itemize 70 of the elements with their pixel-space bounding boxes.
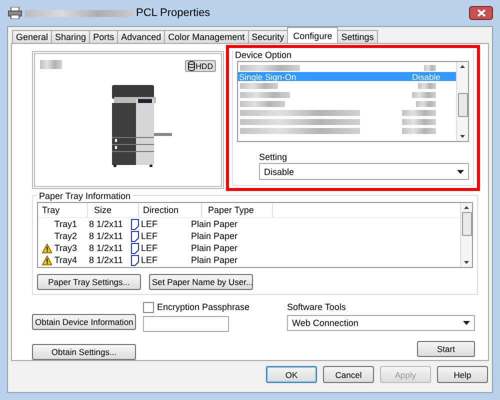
blurred-text <box>402 128 436 134</box>
checkbox-label: Encryption Passphrase <box>157 302 250 312</box>
column-header[interactable]: Direction <box>139 203 202 217</box>
checkbox[interactable] <box>143 302 154 313</box>
table-cell: LEF <box>141 255 158 265</box>
setting-dropdown[interactable]: Disable <box>259 163 469 180</box>
field-label: Software Tools <box>287 302 347 312</box>
scroll-up-icon[interactable] <box>460 65 465 68</box>
caret-icon <box>463 320 470 325</box>
disk-icon <box>188 61 195 71</box>
blurred-text <box>240 100 285 106</box>
field-label: Setting <box>259 152 288 162</box>
caret-icon <box>457 170 464 174</box>
hdd-badge: HDD <box>184 60 216 72</box>
table-cell: Tray1 <box>54 219 77 229</box>
dialog-button[interactable]: OK <box>266 366 317 383</box>
table-cell-text: Plain Paper <box>190 219 239 229</box>
obtain-settings-button[interactable]: Obtain Settings... <box>32 344 136 360</box>
dialog-button[interactable]: Set Paper Name by User... <box>149 274 253 290</box>
scrollbar[interactable] <box>460 203 472 267</box>
blurred-text <box>418 82 436 88</box>
tab[interactable]: General <box>12 30 52 43</box>
dialog-button[interactable]: Cancel <box>323 366 374 383</box>
scroll-down-icon[interactable] <box>464 261 469 264</box>
scrollbar[interactable] <box>456 62 468 141</box>
table-cell-text: 8 1/2x11 <box>88 243 124 253</box>
column-header[interactable]: Paper Type <box>202 203 273 217</box>
table-cell: LEF <box>141 243 158 253</box>
software-tools-dropdown[interactable]: Web Connection <box>287 314 475 331</box>
column-header[interactable]: Tray <box>38 203 88 217</box>
tab[interactable]: Configure <box>287 27 338 43</box>
blurred-text <box>412 92 436 98</box>
scroll-down-icon[interactable] <box>460 135 465 138</box>
blurred-text <box>402 118 436 124</box>
blurred-label <box>40 60 62 69</box>
table-cell: LEF <box>141 219 158 229</box>
blurred-text <box>240 64 300 70</box>
tab[interactable]: Advanced <box>117 30 166 43</box>
blurred-text <box>402 110 436 116</box>
table-cell-text: 8 1/2x11 <box>88 255 124 265</box>
table-cell: Tray2 <box>54 231 77 241</box>
table-cell-text: 8 1/2x11 <box>88 219 124 229</box>
group-label: Paper Tray Information <box>37 191 133 201</box>
scroll-up-icon[interactable] <box>464 206 469 209</box>
dialog-button[interactable]: Help <box>437 366 488 383</box>
table-cell-text: Plain Paper <box>190 243 239 253</box>
table-cell: LEF <box>141 231 158 241</box>
table-cell-text: Plain Paper <box>190 231 239 241</box>
close-button[interactable] <box>469 6 493 20</box>
close-icon <box>476 9 486 17</box>
tab[interactable]: Security <box>248 30 288 43</box>
blurred-text <box>240 82 278 88</box>
blurred-text <box>416 100 436 106</box>
table-cell: Tray4 <box>54 255 77 265</box>
tab[interactable]: Ports <box>89 30 118 43</box>
table-cell: Tray3 <box>54 243 77 253</box>
printer-icon <box>8 7 22 19</box>
tab[interactable]: Sharing <box>51 30 90 43</box>
column-header[interactable]: Size <box>88 203 139 217</box>
start-button[interactable]: Start <box>417 340 475 357</box>
tab[interactable]: Settings <box>337 30 378 43</box>
obtain-info-button[interactable]: Obtain Device Information <box>32 314 136 330</box>
passphrase-field[interactable] <box>143 316 229 332</box>
table-cell-text: Plain Paper <box>190 255 239 265</box>
blurred-text <box>424 64 436 70</box>
window-title: PCL Properties <box>136 7 210 19</box>
dialog-button[interactable]: Paper Tray Settings... <box>37 274 141 290</box>
blurred-text <box>240 92 290 98</box>
tab[interactable]: Color Management <box>164 30 249 43</box>
table-cell-text: 8 1/2x11 <box>88 231 124 241</box>
